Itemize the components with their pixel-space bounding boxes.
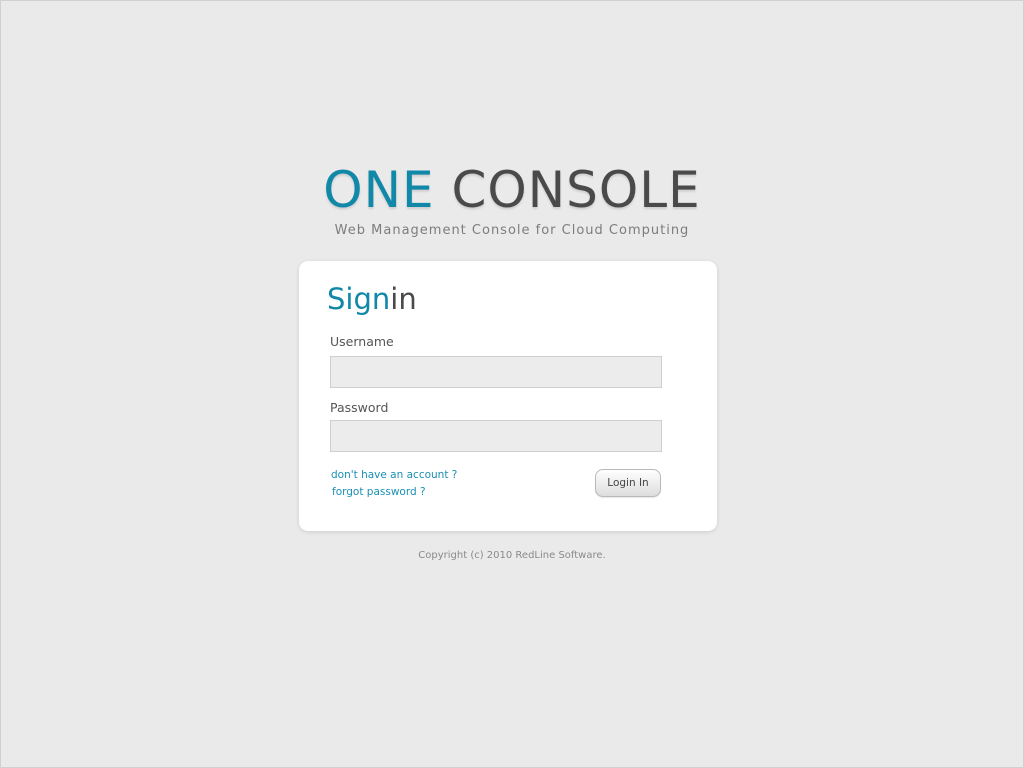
app-logo: ONE CONSOLE bbox=[1, 161, 1023, 219]
tagline: Web Management Console for Cloud Computi… bbox=[334, 223, 690, 238]
copyright-text: Copyright (c) 2010 RedLine Software. bbox=[418, 550, 606, 561]
login-button[interactable]: Login In bbox=[595, 469, 661, 497]
username-input[interactable] bbox=[330, 356, 662, 388]
brand-header: ONE CONSOLE Web Management Console for C… bbox=[1, 161, 1023, 238]
no-account-link[interactable]: don't have an account ? bbox=[331, 469, 457, 481]
username-label: Username bbox=[330, 334, 394, 349]
password-input[interactable] bbox=[330, 420, 662, 452]
forgot-password-link[interactable]: forgot password ? bbox=[332, 486, 426, 498]
signin-card: Signin Username Password don't have an a… bbox=[299, 261, 717, 531]
signin-title-in: in bbox=[390, 282, 417, 316]
signin-title-sign: Sign bbox=[327, 282, 391, 316]
password-label: Password bbox=[330, 400, 389, 415]
logo-one-text: ONE bbox=[323, 161, 435, 219]
signin-title: Signin bbox=[327, 281, 417, 317]
logo-console-text: CONSOLE bbox=[451, 161, 701, 219]
